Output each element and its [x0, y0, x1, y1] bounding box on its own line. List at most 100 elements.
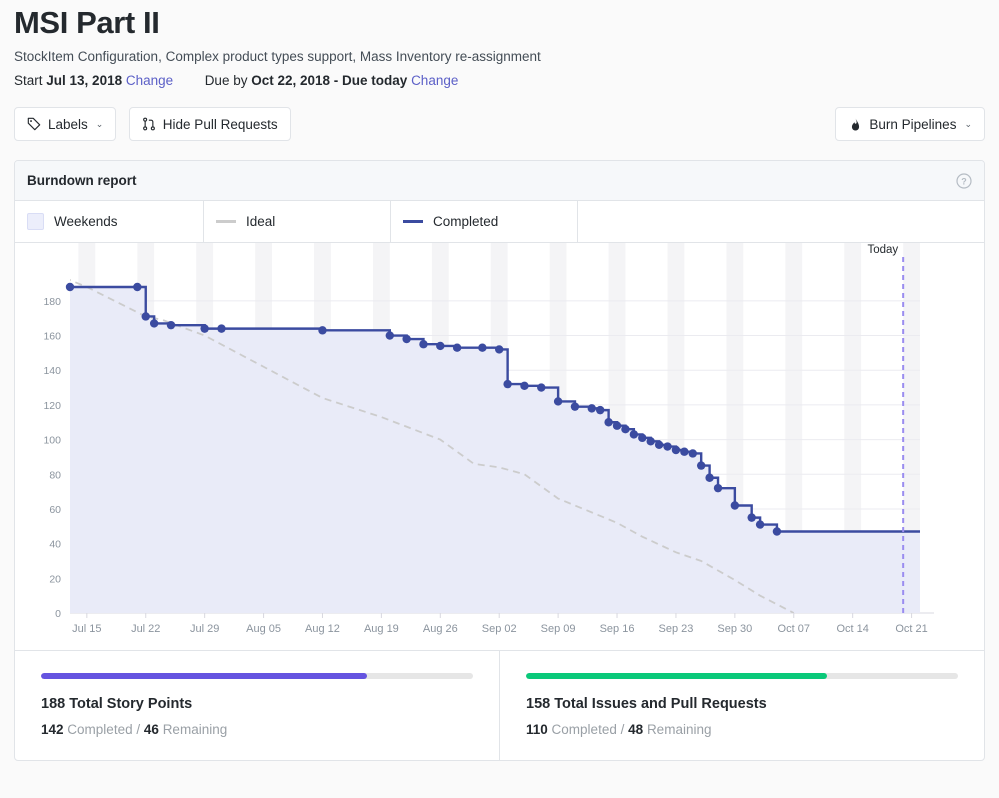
chart-svg: 020406080100120140160180Jul 15 Jul 22 Jul …	[43, 243, 934, 635]
burn-pipelines-label: Burn Pipelines	[869, 116, 957, 132]
pull-request-icon	[142, 117, 156, 131]
burndown-report-card: Burndown report ? Weekends Ideal Complet…	[14, 160, 985, 761]
x-axis-labels: Jul 15 Jul 22 Jul 29 Aug 05 Aug 12 Aug 19 Aug …	[72, 613, 928, 635]
svg-text:Sep 09: Sep 09	[541, 623, 576, 635]
data-point	[671, 445, 681, 455]
ideal-swatch-icon	[216, 220, 236, 223]
data-point	[402, 334, 411, 344]
due-label: Due by	[204, 73, 248, 88]
hide-pull-requests-label: Hide Pull Requests	[162, 116, 278, 132]
story-points-completed-label: Completed	[67, 722, 133, 737]
legend-item-completed[interactable]: Completed	[391, 201, 578, 242]
data-point	[755, 520, 765, 529]
burndown-chart: 0 20 40 60 80 100 120 140 160 180 Jul 15 Jul 22 Jul …	[15, 243, 984, 650]
story-points-progress-track	[41, 673, 473, 679]
separator: /	[136, 722, 141, 737]
page-title: MSI Part II	[14, 5, 160, 40]
svg-text:160: 160	[43, 331, 61, 343]
start-label: Start	[14, 73, 43, 88]
issues-remaining-count: 48	[628, 722, 644, 737]
svg-text:0: 0	[55, 608, 61, 620]
issues-breakdown: 110 Completed / 48 Remaining	[526, 722, 958, 737]
due-change-link[interactable]: Change	[411, 73, 458, 88]
data-point	[713, 483, 723, 493]
data-point	[772, 527, 782, 536]
svg-text:120: 120	[43, 400, 61, 412]
start-change-link[interactable]: Change	[126, 73, 173, 88]
svg-text:Aug 26: Aug 26	[423, 623, 458, 635]
toolbar: Labels ⌄ Hide Pull Requests Burn Pipelin…	[14, 107, 985, 141]
svg-text:Jul 15: Jul 15	[72, 623, 101, 635]
labels-button[interactable]: Labels ⌄	[14, 107, 117, 141]
svg-text:Jul 22: Jul 22	[131, 623, 160, 635]
data-point	[688, 449, 697, 458]
svg-text:20: 20	[49, 573, 61, 585]
flame-icon	[848, 117, 862, 131]
data-point	[696, 461, 706, 470]
data-point	[604, 418, 613, 427]
svg-text:Aug 12: Aug 12	[305, 623, 340, 635]
legend-label-weekends: Weekends	[54, 214, 118, 229]
data-point	[747, 513, 756, 522]
issues-remaining-label: Remaining	[646, 722, 712, 737]
data-point	[133, 282, 142, 292]
story-points-remaining-count: 46	[143, 722, 159, 737]
svg-text:Oct 14: Oct 14	[836, 623, 868, 635]
svg-text:?: ?	[961, 176, 967, 186]
weekends-swatch-icon	[27, 213, 44, 230]
svg-text:Oct 21: Oct 21	[895, 623, 927, 635]
data-point	[553, 397, 563, 406]
svg-text:140: 140	[43, 365, 61, 377]
separator: /	[620, 722, 625, 737]
issues-progress-fill	[526, 673, 827, 679]
chart-legend: Weekends Ideal Completed	[15, 201, 984, 243]
burn-pipelines-button[interactable]: Burn Pipelines ⌄	[835, 107, 985, 141]
question-circle-icon[interactable]: ?	[956, 172, 972, 189]
issues-completed-label: Completed	[551, 722, 617, 737]
data-point	[149, 319, 159, 328]
issues-progress-track	[526, 673, 958, 679]
legend-item-ideal[interactable]: Ideal	[204, 201, 391, 242]
data-point	[654, 440, 664, 449]
data-point	[570, 402, 580, 411]
data-point	[495, 345, 504, 354]
data-point	[646, 437, 655, 446]
svg-text:Sep 30: Sep 30	[717, 623, 752, 635]
data-point	[478, 343, 487, 352]
story-points-summary: 188 Total Story Points 142 Completed / 4…	[15, 651, 500, 760]
data-point	[141, 312, 150, 321]
svg-text:40: 40	[49, 539, 61, 551]
svg-text:60: 60	[49, 504, 61, 516]
data-point	[595, 405, 605, 415]
page-subtitle: StockItem Configuration, Complex product…	[14, 49, 541, 64]
data-point	[680, 447, 689, 456]
hide-pull-requests-button[interactable]: Hide Pull Requests	[128, 107, 291, 141]
chevron-down-icon: ⌄	[964, 118, 972, 129]
story-points-progress-fill	[41, 673, 368, 679]
svg-text:Aug 05: Aug 05	[246, 623, 281, 635]
legend-empty-slot	[578, 201, 984, 242]
data-point	[436, 341, 445, 351]
data-point	[705, 473, 714, 482]
data-point	[503, 379, 512, 389]
data-point	[638, 433, 647, 443]
story-points-remaining-label: Remaining	[162, 722, 228, 737]
data-point	[537, 383, 546, 392]
issues-summary: 158 Total Issues and Pull Requests 110 C…	[500, 651, 984, 760]
legend-item-weekends[interactable]: Weekends	[15, 201, 204, 242]
svg-text:Sep 16: Sep 16	[600, 623, 635, 635]
summary-section: 188 Total Story Points 142 Completed / 4…	[15, 650, 984, 760]
data-point	[452, 343, 462, 352]
start-date: Jul 13, 2018	[46, 73, 123, 88]
data-point	[621, 424, 630, 434]
milestone-dates: Start Jul 13, 2018 Change Due by Oct 22,…	[14, 73, 985, 88]
story-points-completed-count: 142	[41, 722, 64, 737]
card-header: Burndown report ?	[15, 161, 984, 201]
svg-text:180: 180	[43, 296, 61, 308]
data-point	[200, 324, 209, 333]
data-point	[612, 421, 622, 430]
svg-text:80: 80	[49, 469, 61, 481]
data-point	[318, 326, 327, 335]
data-point	[587, 404, 596, 413]
svg-text:Sep 23: Sep 23	[659, 623, 694, 635]
